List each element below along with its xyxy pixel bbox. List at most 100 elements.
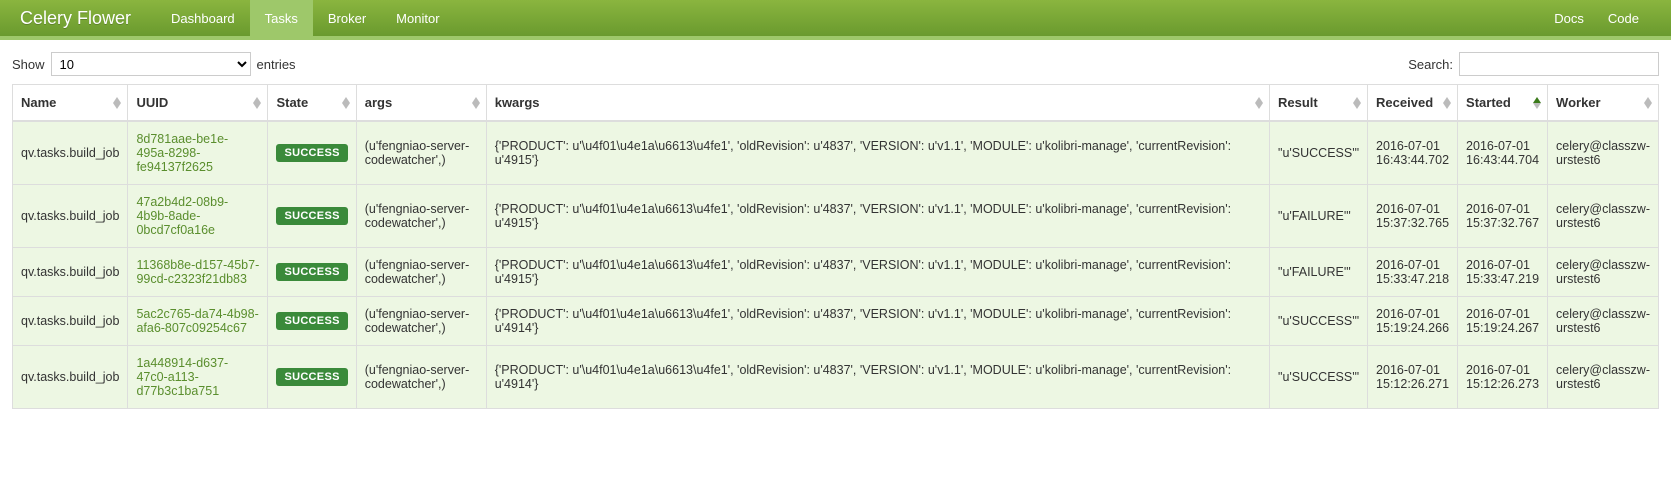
cell-result: "u'FAILURE'" bbox=[1270, 247, 1368, 296]
entries-select[interactable]: 10 bbox=[51, 52, 251, 76]
col-header-label: kwargs bbox=[495, 95, 540, 110]
cell-kwargs: {'PRODUCT': u'\u4f01\u4e1a\u6613\u4fe1',… bbox=[487, 121, 1270, 184]
state-badge: SUCCESS bbox=[276, 144, 347, 162]
uuid-link[interactable]: 1a448914-d637-47c0-a113-d77b3c1ba751 bbox=[136, 356, 228, 398]
search-label: Search: bbox=[1408, 57, 1453, 72]
nav-right: DocsCode bbox=[1542, 11, 1651, 26]
col-header-uuid[interactable]: UUID bbox=[128, 85, 268, 121]
cell-uuid: 47a2b4d2-08b9-4b9b-8ade-0bcd7cf0a16e bbox=[128, 184, 268, 247]
controls-row: Show 10 entries Search: bbox=[0, 40, 1671, 84]
table-row: qv.tasks.build_job1a448914-d637-47c0-a11… bbox=[13, 345, 1658, 408]
col-header-label: Started bbox=[1466, 95, 1511, 110]
nav-item-dashboard[interactable]: Dashboard bbox=[156, 0, 250, 38]
uuid-link[interactable]: 5ac2c765-da74-4b98-afa6-807c09254c67 bbox=[136, 307, 258, 335]
cell-started: 2016-07-01 15:19:24.267 bbox=[1458, 296, 1548, 345]
cell-started: 2016-07-01 16:43:44.704 bbox=[1458, 121, 1548, 184]
tasks-table: Name UUID State args kwargs Result Received Sta… bbox=[12, 84, 1659, 409]
nav-primary: DashboardTasksBrokerMonitor bbox=[156, 0, 1542, 38]
sort-arrows-icon bbox=[472, 97, 480, 109]
brand[interactable]: Celery Flower bbox=[20, 8, 131, 29]
cell-name: qv.tasks.build_job bbox=[13, 296, 128, 345]
col-header-name[interactable]: Name bbox=[13, 85, 128, 121]
sort-arrows-icon bbox=[113, 97, 121, 109]
table-row: qv.tasks.build_job47a2b4d2-08b9-4b9b-8ad… bbox=[13, 184, 1658, 247]
cell-worker: celery@classzw-urstest6 bbox=[1548, 247, 1658, 296]
tasks-tbody: qv.tasks.build_job8d781aae-be1e-495a-829… bbox=[13, 121, 1658, 408]
cell-received: 2016-07-01 15:12:26.271 bbox=[1368, 345, 1458, 408]
uuid-link[interactable]: 47a2b4d2-08b9-4b9b-8ade-0bcd7cf0a16e bbox=[136, 195, 228, 237]
nav-item-tasks[interactable]: Tasks bbox=[250, 0, 313, 38]
cell-received: 2016-07-01 15:19:24.266 bbox=[1368, 296, 1458, 345]
show-entries: Show 10 entries bbox=[12, 52, 296, 76]
cell-worker: celery@classzw-urstest6 bbox=[1548, 121, 1658, 184]
cell-worker: celery@classzw-urstest6 bbox=[1548, 345, 1658, 408]
cell-received: 2016-07-01 15:33:47.218 bbox=[1368, 247, 1458, 296]
col-header-started[interactable]: Started bbox=[1458, 85, 1548, 121]
col-header-received[interactable]: Received bbox=[1368, 85, 1458, 121]
cell-result: "u'FAILURE'" bbox=[1270, 184, 1368, 247]
cell-result: "u'SUCCESS'" bbox=[1270, 296, 1368, 345]
sort-arrows-icon bbox=[1255, 97, 1263, 109]
cell-started: 2016-07-01 15:12:26.273 bbox=[1458, 345, 1548, 408]
cell-state: SUCCESS bbox=[268, 121, 356, 184]
cell-name: qv.tasks.build_job bbox=[13, 247, 128, 296]
col-header-worker[interactable]: Worker bbox=[1548, 85, 1658, 121]
cell-kwargs: {'PRODUCT': u'\u4f01\u4e1a\u6613\u4fe1',… bbox=[487, 247, 1270, 296]
col-header-label: Received bbox=[1376, 95, 1433, 110]
sort-arrows-icon bbox=[1533, 97, 1541, 109]
show-label-suffix: entries bbox=[257, 57, 296, 72]
col-header-state[interactable]: State bbox=[268, 85, 356, 121]
col-header-label: args bbox=[365, 95, 392, 110]
cell-name: qv.tasks.build_job bbox=[13, 121, 128, 184]
cell-result: "u'SUCCESS'" bbox=[1270, 345, 1368, 408]
col-header-label: Worker bbox=[1556, 95, 1601, 110]
uuid-link[interactable]: 8d781aae-be1e-495a-8298-fe94137f2625 bbox=[136, 132, 228, 174]
col-header-kwargs[interactable]: kwargs bbox=[487, 85, 1270, 121]
cell-args: (u'fengniao-server-codewatcher',) bbox=[357, 345, 487, 408]
cell-received: 2016-07-01 15:37:32.765 bbox=[1368, 184, 1458, 247]
search-input[interactable] bbox=[1459, 52, 1659, 76]
table-row: qv.tasks.build_job 5ac2c765-da74-4b98-afa… bbox=[13, 296, 1658, 345]
cell-uuid: 5ac2c765-da74-4b98-afa6-807c09254c67 bbox=[128, 296, 268, 345]
cell-state: SUCCESS bbox=[268, 247, 356, 296]
state-badge: SUCCESS bbox=[276, 263, 347, 281]
tasks-table-wrap: Name UUID State args kwargs Result Received Sta… bbox=[0, 84, 1671, 409]
cell-kwargs: {'PRODUCT': u'\u4f01\u4e1a\u6613\u4fe1',… bbox=[487, 184, 1270, 247]
navbar: Celery Flower DashboardTasksBrokerMonito… bbox=[0, 0, 1671, 40]
sort-arrows-icon bbox=[1353, 97, 1361, 109]
cell-worker: celery@classzw-urstest6 bbox=[1548, 184, 1658, 247]
cell-args: (u'fengniao-server-codewatcher',) bbox=[357, 121, 487, 184]
col-header-label: UUID bbox=[136, 95, 168, 110]
nav-item-broker[interactable]: Broker bbox=[313, 0, 381, 38]
sort-arrows-icon bbox=[253, 97, 261, 109]
cell-args: (u'fengniao-server-codewatcher',) bbox=[357, 184, 487, 247]
table-row: qv.tasks.build_job 11368b8e-d157-45b7-99c… bbox=[13, 247, 1658, 296]
cell-state: SUCCESS bbox=[268, 296, 356, 345]
cell-started: 2016-07-01 15:33:47.219 bbox=[1458, 247, 1548, 296]
state-badge: SUCCESS bbox=[276, 368, 347, 386]
col-header-label: Name bbox=[21, 95, 56, 110]
cell-state: SUCCESS bbox=[268, 345, 356, 408]
cell-name: qv.tasks.build_job bbox=[13, 345, 128, 408]
cell-kwargs: {'PRODUCT': u'\u4f01\u4e1a\u6613\u4fe1',… bbox=[487, 345, 1270, 408]
nav-item-monitor[interactable]: Monitor bbox=[381, 0, 454, 38]
header-row: Name UUID State args kwargs Result Received Sta… bbox=[13, 85, 1658, 121]
nav-right-code[interactable]: Code bbox=[1596, 11, 1651, 26]
cell-uuid: 8d781aae-be1e-495a-8298-fe94137f2625 bbox=[128, 121, 268, 184]
uuid-link[interactable]: 11368b8e-d157-45b7-99cd-c2323f21db83 bbox=[136, 258, 259, 286]
col-header-label: State bbox=[276, 95, 308, 110]
show-label-prefix: Show bbox=[12, 57, 45, 72]
cell-started: 2016-07-01 15:37:32.767 bbox=[1458, 184, 1548, 247]
nav-right-docs[interactable]: Docs bbox=[1542, 11, 1596, 26]
cell-worker: celery@classzw-urstest6 bbox=[1548, 296, 1658, 345]
cell-kwargs: {'PRODUCT': u'\u4f01\u4e1a\u6613\u4fe1',… bbox=[487, 296, 1270, 345]
col-header-args[interactable]: args bbox=[357, 85, 487, 121]
sort-arrows-icon bbox=[1644, 97, 1652, 109]
col-header-label: Result bbox=[1278, 95, 1318, 110]
cell-received: 2016-07-01 16:43:44.702 bbox=[1368, 121, 1458, 184]
col-header-result[interactable]: Result bbox=[1270, 85, 1368, 121]
search-box: Search: bbox=[1408, 52, 1659, 76]
state-badge: SUCCESS bbox=[276, 207, 347, 225]
sort-arrows-icon bbox=[342, 97, 350, 109]
cell-name: qv.tasks.build_job bbox=[13, 184, 128, 247]
